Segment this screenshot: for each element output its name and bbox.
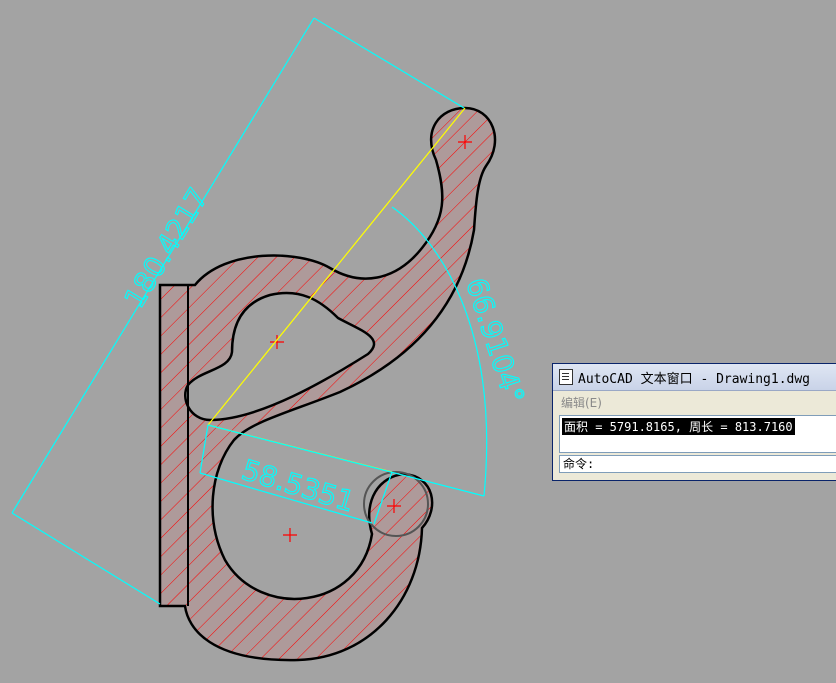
autocad-text-window[interactable]: AutoCAD 文本窗口 - Drawing1.dwg 编辑(E) 面积 = 5… <box>552 363 836 481</box>
menu-edit[interactable]: 编辑(E) <box>561 394 602 411</box>
dim-text-short: 58.5351 <box>238 453 358 518</box>
hook-body[interactable] <box>158 106 497 662</box>
text-window-titlebar[interactable]: AutoCAD 文本窗口 - Drawing1.dwg <box>553 364 836 391</box>
text-window-title: AutoCAD 文本窗口 - Drawing1.dwg <box>578 371 811 387</box>
drawing-canvas[interactable]: 180.4217 66.9104° 58.5351 <box>0 0 836 683</box>
text-window-icon <box>559 369 573 385</box>
text-window-output[interactable]: 面积 = 5791.8165, 周长 = 813.7160 <box>559 415 836 453</box>
text-window-menubar: 编辑(E) <box>553 391 836 413</box>
output-line-area-perimeter[interactable]: 面积 = 5791.8165, 周长 = 813.7160 <box>562 418 795 435</box>
dim-text-angle: 66.9104° <box>459 274 530 408</box>
command-prompt: 命令: <box>563 457 595 471</box>
command-line[interactable]: 命令: <box>559 455 836 473</box>
